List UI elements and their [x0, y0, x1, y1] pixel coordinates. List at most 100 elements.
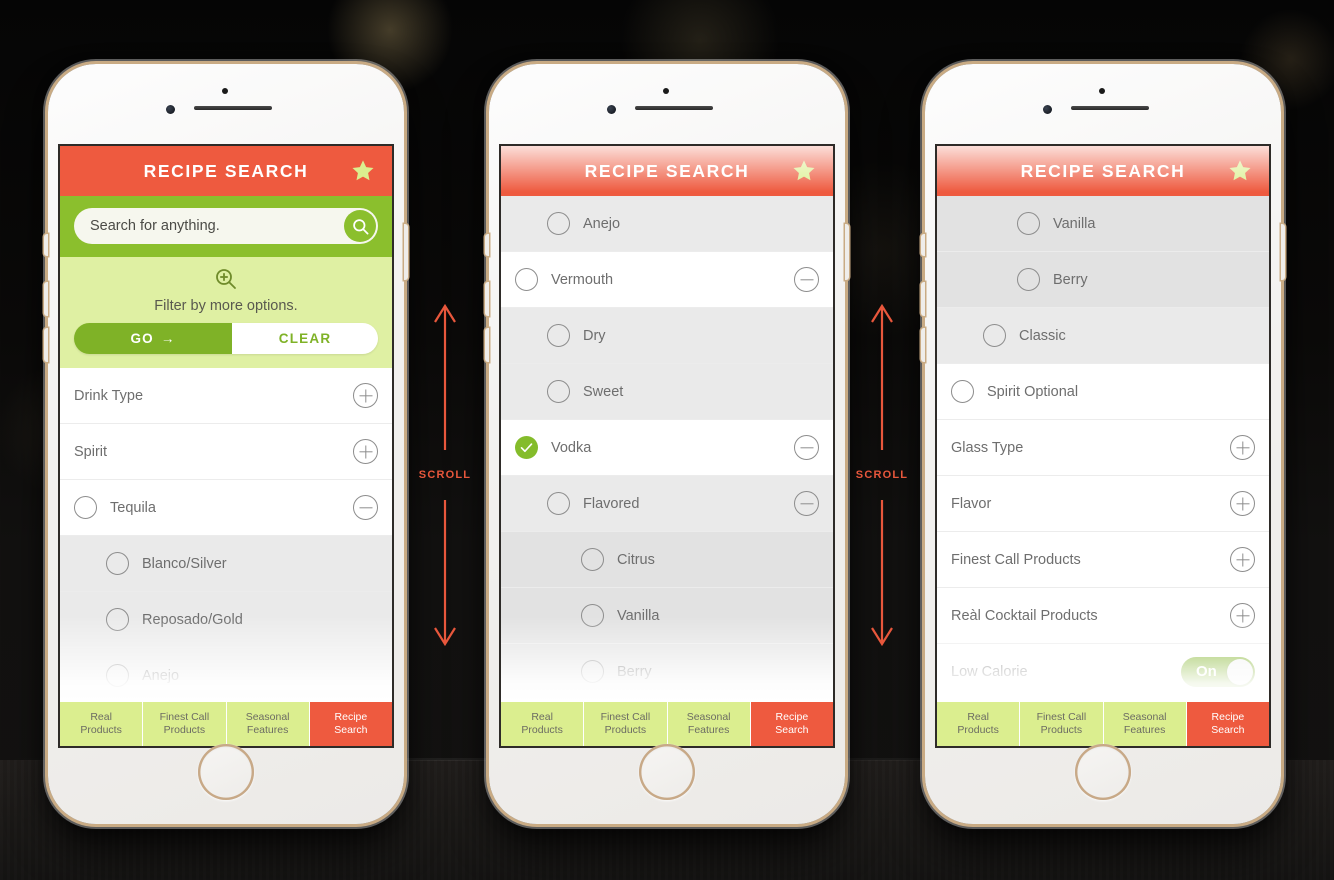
- volume-down-button[interactable]: [921, 328, 925, 362]
- nav-tab-3[interactable]: Recipe Search: [750, 702, 833, 746]
- power-button[interactable]: [845, 224, 849, 280]
- radio-unchecked[interactable]: [74, 496, 97, 519]
- filter-row[interactable]: Berry: [501, 644, 833, 700]
- radio-unchecked[interactable]: [547, 324, 570, 347]
- filter-row-label: Low Calorie: [951, 663, 1028, 680]
- star-icon[interactable]: [350, 158, 376, 184]
- power-button[interactable]: [1281, 224, 1285, 280]
- filter-row[interactable]: Finest Call Products: [937, 532, 1269, 588]
- nav-tab-0[interactable]: Real Products: [60, 702, 144, 746]
- radio-unchecked[interactable]: [983, 324, 1006, 347]
- collapse-minus-icon[interactable]: [353, 495, 378, 520]
- radio-unchecked[interactable]: [547, 492, 570, 515]
- expand-plus-icon[interactable]: [1230, 603, 1255, 628]
- radio-unchecked[interactable]: [581, 660, 604, 683]
- star-icon[interactable]: [791, 158, 817, 184]
- go-button[interactable]: GO →: [74, 323, 233, 354]
- nav-tab-2[interactable]: Seasonal Features: [226, 702, 310, 746]
- filter-row-label: Classic: [1019, 327, 1066, 344]
- silent-switch[interactable]: [485, 234, 489, 256]
- filter-row[interactable]: Flavor: [937, 476, 1269, 532]
- radio-unchecked[interactable]: [581, 604, 604, 627]
- radio-unchecked[interactable]: [581, 548, 604, 571]
- silent-switch[interactable]: [921, 234, 925, 256]
- filter-row[interactable]: Tequila: [60, 480, 392, 536]
- nav-tab-1[interactable]: Finest Call Products: [143, 702, 227, 746]
- filter-row[interactable]: Classic: [937, 308, 1269, 364]
- filter-row-label: Anejo: [583, 215, 621, 232]
- filter-row[interactable]: Glass Type: [937, 420, 1269, 476]
- filter-row[interactable]: Reàl Cocktail Products: [937, 588, 1269, 644]
- search-band: Search for anything.: [60, 196, 392, 257]
- filter-row[interactable]: Anejo: [60, 648, 392, 704]
- star-icon[interactable]: [1227, 158, 1253, 184]
- nav-tab-line2: Search: [1211, 724, 1245, 736]
- filter-row[interactable]: Reposado/Gold: [60, 592, 392, 648]
- power-button[interactable]: [404, 224, 408, 280]
- volume-down-button[interactable]: [44, 328, 48, 362]
- filter-row[interactable]: Vermouth: [501, 252, 833, 308]
- volume-down-button[interactable]: [485, 328, 489, 362]
- filter-row-label: Flavor: [951, 495, 992, 512]
- filter-row[interactable]: Berry: [937, 252, 1269, 308]
- home-button[interactable]: [1075, 744, 1131, 800]
- page-title: RECIPE SEARCH: [584, 160, 750, 181]
- filter-row[interactable]: Vodka: [501, 420, 833, 476]
- filter-row[interactable]: Spirit: [60, 424, 392, 480]
- radio-unchecked[interactable]: [1017, 268, 1040, 291]
- radio-checked[interactable]: [515, 436, 538, 459]
- filter-row[interactable]: Flavored: [501, 476, 833, 532]
- phone-screen: RECIPE SEARCH Search for anything. Filter …: [60, 146, 392, 746]
- radio-unchecked[interactable]: [106, 552, 129, 575]
- filter-row[interactable]: Vanilla: [937, 196, 1269, 252]
- nav-tab-0[interactable]: Real Products: [937, 702, 1021, 746]
- filter-row[interactable]: Spirit Optional: [937, 364, 1269, 420]
- silent-switch[interactable]: [44, 234, 48, 256]
- expand-plus-icon[interactable]: [1230, 491, 1255, 516]
- radio-unchecked[interactable]: [515, 268, 538, 291]
- home-button[interactable]: [639, 744, 695, 800]
- filter-row[interactable]: Anejo: [501, 196, 833, 252]
- radio-unchecked[interactable]: [547, 212, 570, 235]
- volume-up-button[interactable]: [485, 282, 489, 316]
- collapse-minus-icon[interactable]: [794, 267, 819, 292]
- nav-tab-3[interactable]: Recipe Search: [309, 702, 392, 746]
- expand-plus-icon[interactable]: [353, 383, 378, 408]
- search-input[interactable]: Search for anything.: [74, 208, 378, 244]
- collapse-minus-icon[interactable]: [794, 435, 819, 460]
- low-calorie-toggle[interactable]: On: [1181, 656, 1255, 687]
- volume-up-button[interactable]: [44, 282, 48, 316]
- magnifier-icon[interactable]: [344, 210, 376, 242]
- radio-unchecked[interactable]: [106, 664, 129, 687]
- expand-plus-icon[interactable]: [1230, 435, 1255, 460]
- filter-row[interactable]: Drink Type: [60, 368, 392, 424]
- radio-unchecked[interactable]: [951, 380, 974, 403]
- phone-1: RECIPE SEARCH Search for anything. Filter …: [44, 64, 408, 824]
- nav-tab-3[interactable]: Recipe Search: [1186, 702, 1269, 746]
- filter-row[interactable]: Blanco/Silver: [60, 536, 392, 592]
- filter-row[interactable]: Low Calorie On: [937, 644, 1269, 700]
- radio-unchecked[interactable]: [1017, 212, 1040, 235]
- volume-up-button[interactable]: [921, 282, 925, 316]
- filter-list: Anejo Vermouth Dry Sweet Vodka Flavored Citrus…: [501, 196, 833, 700]
- filter-row[interactable]: Vanilla: [501, 588, 833, 644]
- filter-row[interactable]: Dry: [501, 308, 833, 364]
- filter-hint-text: Filter by more options.: [154, 298, 298, 314]
- expand-plus-icon[interactable]: [1230, 547, 1255, 572]
- nav-tab-2[interactable]: Seasonal Features: [1103, 702, 1187, 746]
- collapse-minus-icon[interactable]: [794, 491, 819, 516]
- home-button[interactable]: [198, 744, 254, 800]
- filter-row-label: Vodka: [551, 439, 592, 456]
- nav-tab-2[interactable]: Seasonal Features: [667, 702, 751, 746]
- radio-unchecked[interactable]: [106, 608, 129, 631]
- nav-tab-1[interactable]: Finest Call Products: [584, 702, 668, 746]
- radio-unchecked[interactable]: [547, 380, 570, 403]
- nav-tab-0[interactable]: Real Products: [501, 702, 585, 746]
- filter-row[interactable]: Sweet: [501, 364, 833, 420]
- filter-row[interactable]: Citrus: [501, 532, 833, 588]
- nav-tab-1[interactable]: Finest Call Products: [1020, 702, 1104, 746]
- expand-plus-icon[interactable]: [353, 439, 378, 464]
- filter-row-label: Berry: [1053, 271, 1088, 288]
- toggle-knob[interactable]: [1227, 658, 1253, 685]
- clear-button[interactable]: CLEAR: [232, 323, 378, 354]
